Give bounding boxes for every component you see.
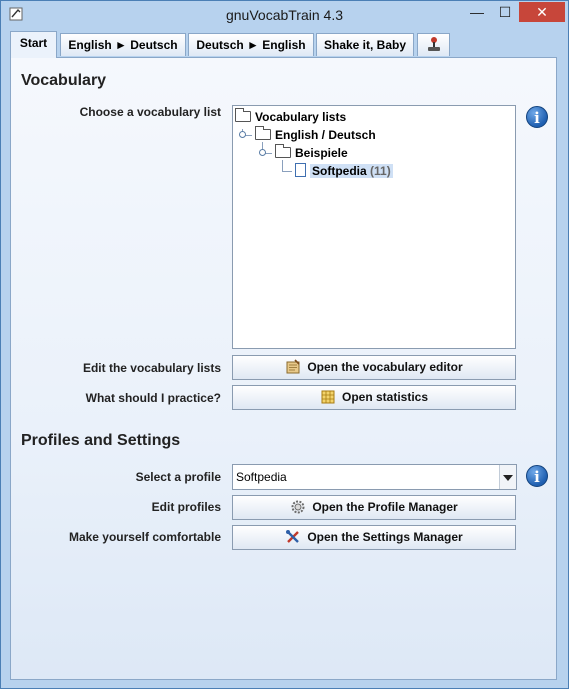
button-label: Open the Profile Manager: [312, 500, 458, 514]
folder-icon: [255, 126, 271, 140]
file-icon: [295, 163, 306, 177]
profile-select[interactable]: Softpedia: [232, 464, 517, 490]
edit-profiles-label: Edit profiles: [151, 500, 221, 514]
vocabulary-tree[interactable]: Vocabulary lists English / Deutsch Beisp…: [232, 105, 516, 349]
tab-start[interactable]: Start: [10, 31, 57, 58]
tree-item-english-deutsch[interactable]: English / Deutsch: [255, 126, 376, 144]
tree-item-label: Vocabulary lists: [255, 110, 347, 124]
calendar-icon: [321, 390, 335, 404]
profile-select-value: Softpedia: [236, 470, 287, 484]
tree-item-label: Beispiele: [295, 146, 348, 160]
comfortable-label: Make yourself comfortable: [68, 530, 221, 544]
maximize-button[interactable]: ☐: [491, 2, 519, 22]
tab-shake-it-baby[interactable]: Shake it, Baby: [316, 33, 414, 56]
practice-label: What should I practice?: [85, 391, 221, 405]
app-window: gnuVocabTrain 4.3 — ☐ ✕ Start English ► …: [0, 0, 569, 689]
folder-icon: [235, 108, 251, 122]
info-icon[interactable]: i: [526, 106, 548, 128]
tree-item-label: Softpedia: [312, 164, 367, 178]
button-label: Open statistics: [341, 390, 429, 404]
info-icon[interactable]: i: [526, 465, 548, 487]
tree-expand-handle[interactable]: [259, 149, 266, 156]
open-vocabulary-editor-button[interactable]: Open the vocabulary editor: [232, 355, 516, 380]
tab-game[interactable]: [417, 33, 450, 56]
tree-item-count: (11): [370, 164, 391, 178]
tree-expand-handle[interactable]: [239, 131, 246, 138]
tree-line: [282, 171, 292, 172]
select-profile-label: Select a profile: [135, 470, 221, 484]
tree-item-softpedia[interactable]: Softpedia (11): [295, 162, 393, 180]
folder-icon: [275, 144, 291, 158]
minimize-button[interactable]: —: [463, 2, 491, 22]
tree-item-label: English / Deutsch: [275, 128, 376, 142]
title-bar[interactable]: gnuVocabTrain 4.3 — ☐ ✕: [1, 1, 568, 29]
vocabulary-heading: Vocabulary: [21, 72, 107, 89]
profiles-heading: Profiles and Settings: [21, 432, 181, 449]
book-icon: [286, 359, 300, 374]
chevron-down-icon[interactable]: [499, 465, 516, 489]
open-settings-manager-button[interactable]: Open the Settings Manager: [232, 525, 516, 550]
tab-english-deutsch[interactable]: English ► Deutsch: [60, 33, 186, 56]
tree-item-beispiele[interactable]: Beispiele: [275, 144, 348, 162]
edit-lists-label: Edit the vocabulary lists: [82, 361, 221, 375]
start-panel: Vocabulary Choose a vocabulary list Voca…: [10, 57, 557, 680]
tools-icon: [286, 530, 300, 543]
tree-item-root[interactable]: Vocabulary lists: [235, 108, 346, 126]
joystick-icon: [427, 37, 440, 51]
open-statistics-button[interactable]: Open statistics: [232, 385, 516, 410]
button-label: Open the vocabulary editor: [307, 360, 463, 374]
close-button[interactable]: ✕: [519, 2, 565, 22]
choose-list-label: Choose a vocabulary list: [79, 105, 221, 119]
button-label: Open the Settings Manager: [307, 530, 463, 544]
open-profile-manager-button[interactable]: Open the Profile Manager: [232, 495, 516, 520]
tree-item-selected: Softpedia (11): [310, 164, 393, 178]
gear-icon: [291, 500, 305, 514]
tab-deutsch-english[interactable]: Deutsch ► English: [188, 33, 314, 56]
